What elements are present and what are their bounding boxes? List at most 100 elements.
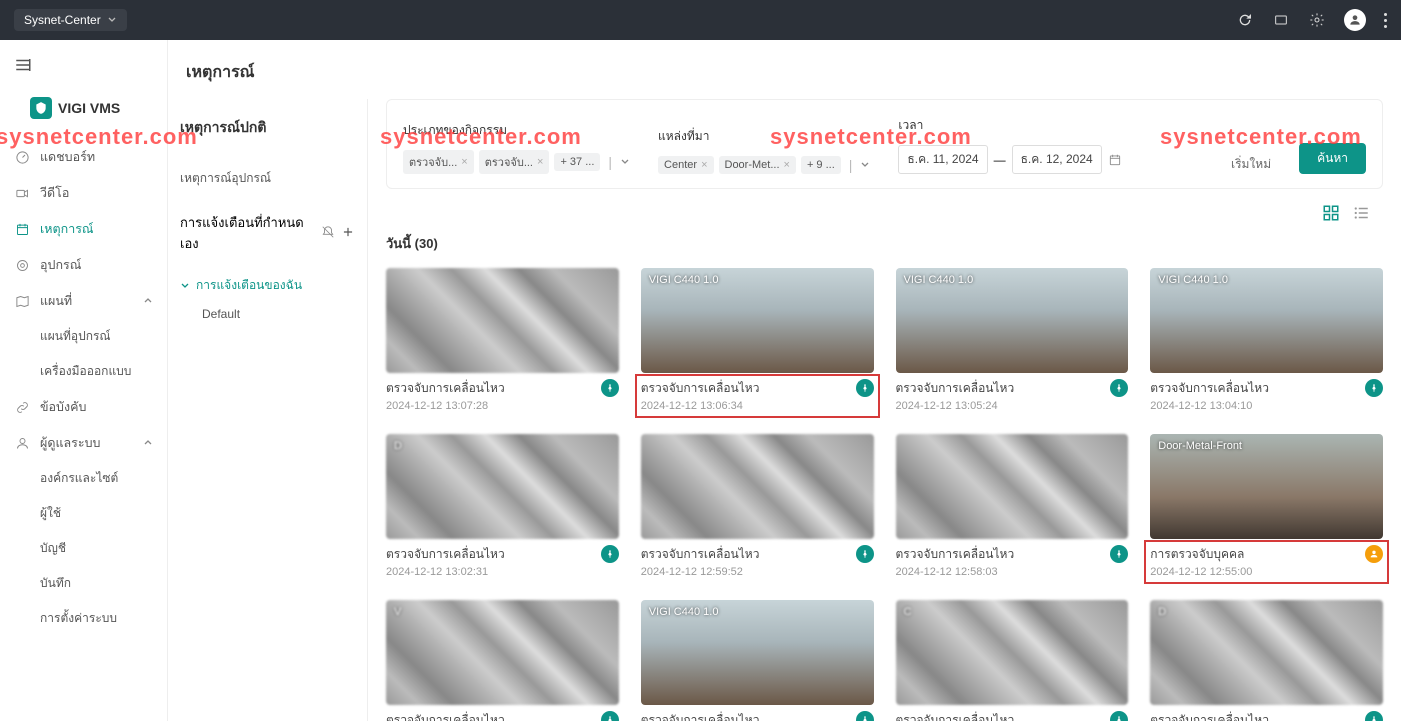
site-selector-label: Sysnet-Center xyxy=(24,13,101,27)
event-card[interactable]: VIGI C440 1.0 ตรวจจับการเคลื่อนไหว 2024-… xyxy=(896,268,1129,412)
breadcrumb[interactable]: เหตุการณ์อุปกรณ์ xyxy=(180,169,355,188)
site-selector[interactable]: Sysnet-Center xyxy=(14,9,127,31)
logo-mark-icon xyxy=(30,97,52,119)
alert-section-title: การแจ้งเตือนที่กำหนดเอง xyxy=(180,212,321,254)
event-thumbnail[interactable]: V xyxy=(386,600,619,705)
chevron-down-icon xyxy=(107,15,117,25)
close-icon[interactable]: × xyxy=(461,156,467,168)
tree-default[interactable]: Default xyxy=(180,301,355,327)
chevron-down-icon[interactable] xyxy=(860,160,870,170)
filter-source-more[interactable]: + 9 ... xyxy=(801,156,841,174)
avatar-icon[interactable] xyxy=(1344,9,1366,31)
filter-type-more[interactable]: + 37 ... xyxy=(554,153,600,171)
event-title: ตรวจจับการเคลื่อนไหว xyxy=(896,379,1015,398)
event-card[interactable]: ตรวจจับการเคลื่อนไหว 2024-12-12 12:59:52 xyxy=(641,434,874,578)
chevron-down-icon xyxy=(180,281,190,291)
nav-map[interactable]: แผนที่ xyxy=(0,283,167,319)
close-icon[interactable]: × xyxy=(537,156,543,168)
nav-knowledge[interactable]: ข้อบังคับ xyxy=(0,389,167,425)
close-icon[interactable]: × xyxy=(784,159,790,171)
event-timestamp: 2024-12-12 13:04:10 xyxy=(1150,400,1269,412)
motion-badge-icon xyxy=(601,711,619,721)
camera-label: C xyxy=(904,606,912,618)
nav-users[interactable]: ผู้ใช้ xyxy=(0,496,167,531)
event-thumbnail[interactable]: D xyxy=(386,434,619,539)
event-card[interactable]: D ตรวจจับการเคลื่อนไหว 2024-12-12 13:02:… xyxy=(386,434,619,578)
reset-button[interactable]: เริ่มใหม่ xyxy=(1231,155,1271,174)
nav-admin[interactable]: ผู้ดูแลระบบ xyxy=(0,425,167,461)
event-card[interactable]: ตรวจจับการเคลื่อนไหว 2024-12-12 12:58:03 xyxy=(896,434,1129,578)
event-title: ตรวจจับการเคลื่อนไหว xyxy=(1150,711,1269,721)
content-area: เหตุการณ์ เหตุการณ์ปกติ เหตุการณ์อุปกรณ์… xyxy=(168,40,1401,721)
grid-view-icon[interactable] xyxy=(1321,203,1341,223)
camera-icon xyxy=(14,257,30,273)
chevron-up-icon xyxy=(143,438,153,448)
chevron-up-icon xyxy=(143,296,153,306)
chevron-down-icon[interactable] xyxy=(620,157,630,167)
fullscreen-icon[interactable] xyxy=(1272,11,1290,29)
date-from-input[interactable]: ธ.ค. 11, 2024 xyxy=(898,145,987,174)
nav-accounts[interactable]: บัญชี xyxy=(0,531,167,566)
mute-icon[interactable] xyxy=(321,225,335,242)
event-thumbnail[interactable] xyxy=(386,268,619,373)
filter-time-label: เวลา xyxy=(898,116,1121,135)
add-icon[interactable] xyxy=(341,225,355,242)
camera-label: D xyxy=(1158,606,1166,618)
nav-logs[interactable]: บันทึก xyxy=(0,566,167,601)
nav-settings[interactable]: การตั้งค่าระบบ xyxy=(0,601,167,636)
event-card[interactable]: VIGI C440 1.0 ตรวจจับการเคลื่อนไหว 2024-… xyxy=(641,268,874,412)
search-button[interactable]: ค้นหา xyxy=(1299,143,1366,174)
event-thumbnail[interactable]: VIGI C440 1.0 xyxy=(641,268,874,373)
event-card[interactable]: VIGI C440 1.0 ตรวจจับการเคลื่อนไหว 2024-… xyxy=(1150,268,1383,412)
kebab-menu-icon[interactable] xyxy=(1384,13,1387,28)
event-thumbnail[interactable] xyxy=(896,434,1129,539)
event-timestamp: 2024-12-12 13:05:24 xyxy=(896,400,1015,412)
event-timestamp: 2024-12-12 12:59:52 xyxy=(641,566,760,578)
event-card[interactable]: V ตรวจจับการเคลื่อนไหว 2024-12-12 12:54:… xyxy=(386,600,619,721)
event-card[interactable]: Door-Metal-Front การตรวจจับบุคคล 2024-12… xyxy=(1150,434,1383,578)
filter-source-tag[interactable]: Door-Met...× xyxy=(719,156,796,174)
motion-badge-icon xyxy=(1365,379,1383,397)
motion-badge-icon xyxy=(1110,711,1128,721)
motion-badge-icon xyxy=(856,711,874,721)
event-card[interactable]: D ตรวจจับการเคลื่อนไหว 2024-12-12 12:47:… xyxy=(1150,600,1383,721)
filter-type-tag[interactable]: ตรวจจับ...× xyxy=(403,150,474,174)
close-icon[interactable]: × xyxy=(701,159,707,171)
camera-label: VIGI C440 1.0 xyxy=(649,274,719,286)
list-view-icon[interactable] xyxy=(1351,203,1371,223)
motion-badge-icon xyxy=(601,545,619,563)
nav-map-devices[interactable]: แผนที่อุปกรณ์ xyxy=(0,319,167,354)
event-card[interactable]: VIGI C440 1.0 ตรวจจับการเคลื่อนไหว 2024-… xyxy=(641,600,874,721)
nav-events[interactable]: เหตุการณ์ xyxy=(0,211,167,247)
sidebar-collapse-button[interactable] xyxy=(0,50,167,85)
filter-type-tag[interactable]: ตรวจจับ...× xyxy=(479,150,550,174)
refresh-icon[interactable] xyxy=(1236,11,1254,29)
link-icon xyxy=(14,399,30,415)
event-thumbnail[interactable]: VIGI C440 1.0 xyxy=(1150,268,1383,373)
topbar: Sysnet-Center xyxy=(0,0,1401,40)
event-thumbnail[interactable]: VIGI C440 1.0 xyxy=(896,268,1129,373)
event-card[interactable]: ตรวจจับการเคลื่อนไหว 2024-12-12 13:07:28 xyxy=(386,268,619,412)
date-to-input[interactable]: ธ.ค. 12, 2024 xyxy=(1012,145,1102,174)
nav-map-design[interactable]: เครื่องมือออกแบบ xyxy=(0,354,167,389)
nav-org[interactable]: องค์กรและไซต์ xyxy=(0,461,167,496)
filter-source-label: แหล่งที่มา xyxy=(658,127,870,146)
settings-icon[interactable] xyxy=(1308,11,1326,29)
event-thumbnail[interactable]: C xyxy=(896,600,1129,705)
event-title: ตรวจจับการเคลื่อนไหว xyxy=(896,545,1015,564)
nav-dashboard[interactable]: แดชบอร์ท xyxy=(0,139,167,175)
event-thumbnail[interactable]: VIGI C440 1.0 xyxy=(641,600,874,705)
logo: VIGI VMS xyxy=(0,85,167,139)
event-thumbnail[interactable]: Door-Metal-Front xyxy=(1150,434,1383,539)
today-section-label: วันนี้ (30) xyxy=(386,233,1383,254)
filter-source-tag[interactable]: Center× xyxy=(658,156,713,174)
nav-video[interactable]: วีดีโอ xyxy=(0,175,167,211)
camera-label: D xyxy=(394,440,402,452)
event-thumbnail[interactable] xyxy=(641,434,874,539)
tree-my-alerts[interactable]: การแจ้งเตือนของฉัน xyxy=(180,270,355,301)
event-card[interactable]: C ตรวจจับการเคลื่อนไหว 2024-12-12 12:52:… xyxy=(896,600,1129,721)
calendar-icon[interactable] xyxy=(1108,153,1122,167)
nav-devices[interactable]: อุปกรณ์ xyxy=(0,247,167,283)
event-thumbnail[interactable]: D xyxy=(1150,600,1383,705)
motion-badge-icon xyxy=(601,379,619,397)
